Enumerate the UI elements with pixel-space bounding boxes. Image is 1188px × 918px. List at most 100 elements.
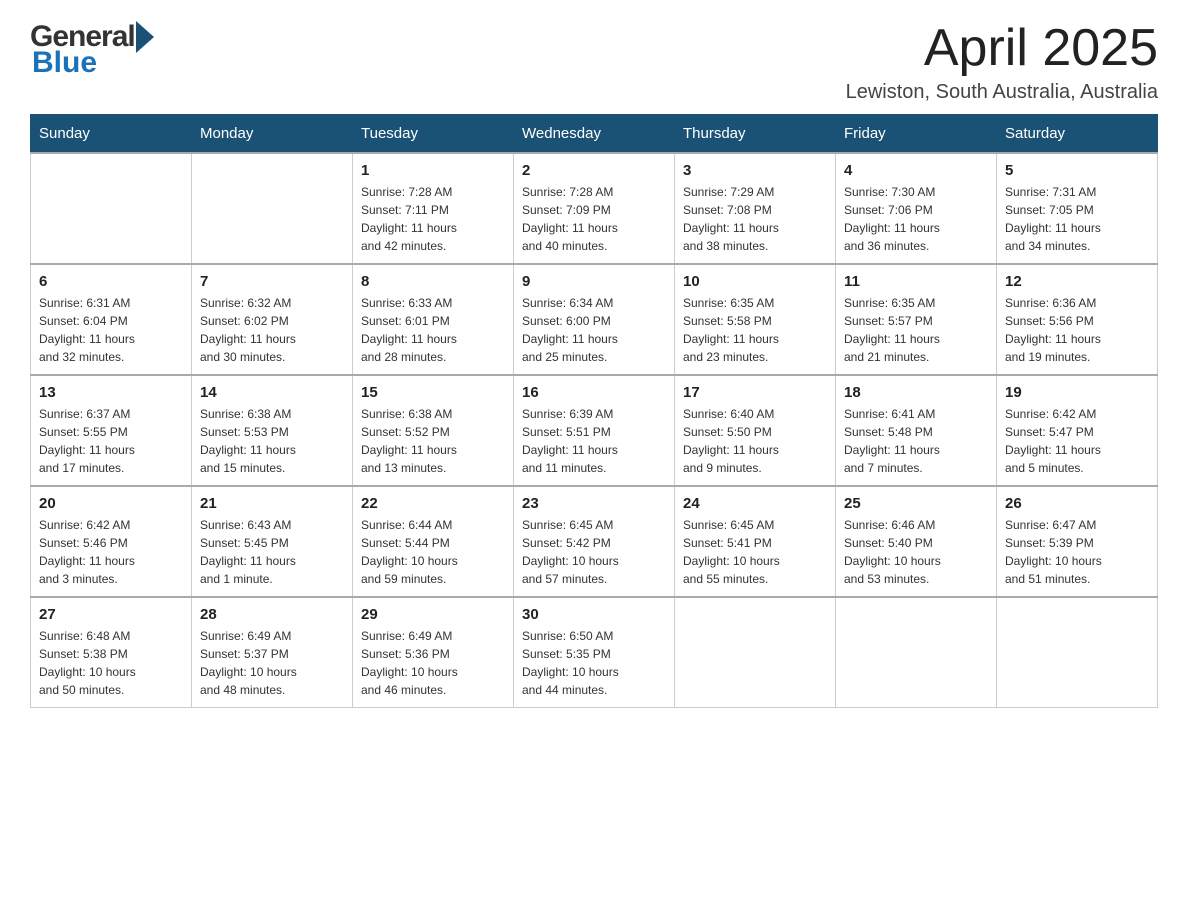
calendar-cell: 30 Sunrise: 6:50 AMSunset: 5:35 PMDayligh… — [514, 597, 675, 708]
calendar-cell: 7 Sunrise: 6:32 AMSunset: 6:02 PMDaylight… — [192, 264, 353, 375]
calendar-cell: 5Sunrise: 7:31 AMSunset: 7:05 PMDaylight… — [997, 153, 1158, 264]
day-info: Sunrise: 6:42 AMSunset: 5:46 PMDaylight:… — [39, 516, 183, 588]
day-info: Sunrise: 6:48 AMSunset: 5:38 PMDaylight:… — [39, 627, 183, 699]
calendar-table: Sunday Monday Tuesday Wednesday Thursday… — [30, 114, 1158, 708]
calendar-cell: 6 Sunrise: 6:31 AMSunset: 6:04 PMDaylight… — [31, 264, 192, 375]
month-title: April 2025 — [846, 20, 1158, 77]
calendar-cell: 2Sunrise: 7:28 AMSunset: 7:09 PMDaylight… — [514, 153, 675, 264]
day-info: Sunrise: 6:38 AMSunset: 5:53 PMDaylight:… — [200, 405, 344, 477]
calendar-cell: 8 Sunrise: 6:33 AMSunset: 6:01 PMDaylight… — [353, 264, 514, 375]
day-number: 7 — [200, 273, 344, 290]
calendar-cell: 9 Sunrise: 6:34 AMSunset: 6:00 PMDaylight… — [514, 264, 675, 375]
day-number: 20 — [39, 495, 183, 512]
calendar-cell: 26Sunrise: 6:47 AMSunset: 5:39 PMDayligh… — [997, 486, 1158, 597]
day-number: 5 — [1005, 162, 1149, 179]
calendar-cell: 17 Sunrise: 6:40 AMSunset: 5:50 PMDayligh… — [675, 375, 836, 486]
calendar-cell: 4 Sunrise: 7:30 AMSunset: 7:06 PMDaylight… — [836, 153, 997, 264]
day-number: 19 — [1005, 384, 1149, 401]
calendar-cell: 19 Sunrise: 6:42 AMSunset: 5:47 PMDayligh… — [997, 375, 1158, 486]
day-info: Sunrise: 6:41 AMSunset: 5:48 PMDaylight:… — [844, 405, 988, 477]
calendar-cell: 12Sunrise: 6:36 AMSunset: 5:56 PMDayligh… — [997, 264, 1158, 375]
day-info: Sunrise: 6:44 AMSunset: 5:44 PMDaylight:… — [361, 516, 505, 588]
day-info: Sunrise: 6:40 AMSunset: 5:50 PMDaylight:… — [683, 405, 827, 477]
day-number: 24 — [683, 495, 827, 512]
day-number: 6 — [39, 273, 183, 290]
day-info: Sunrise: 6:35 AMSunset: 5:57 PMDaylight:… — [844, 294, 988, 366]
calendar-cell: 24 Sunrise: 6:45 AMSunset: 5:41 PMDayligh… — [675, 486, 836, 597]
day-number: 13 — [39, 384, 183, 401]
col-wednesday: Wednesday — [514, 115, 675, 154]
col-tuesday: Tuesday — [353, 115, 514, 154]
day-number: 11 — [844, 273, 988, 290]
day-number: 21 — [200, 495, 344, 512]
day-number: 16 — [522, 384, 666, 401]
day-info: Sunrise: 7:28 AMSunset: 7:11 PMDaylight:… — [361, 183, 505, 255]
day-number: 8 — [361, 273, 505, 290]
day-info: Sunrise: 6:31 AMSunset: 6:04 PMDaylight:… — [39, 294, 183, 366]
day-number: 29 — [361, 606, 505, 623]
col-friday: Friday — [836, 115, 997, 154]
day-info: Sunrise: 6:45 AMSunset: 5:42 PMDaylight:… — [522, 516, 666, 588]
day-number: 22 — [361, 495, 505, 512]
day-info: Sunrise: 7:28 AMSunset: 7:09 PMDaylight:… — [522, 183, 666, 255]
week-row-3: 20 Sunrise: 6:42 AMSunset: 5:46 PMDayligh… — [31, 486, 1158, 597]
calendar-cell: 13 Sunrise: 6:37 AMSunset: 5:55 PMDayligh… — [31, 375, 192, 486]
calendar-cell: 25Sunrise: 6:46 AMSunset: 5:40 PMDayligh… — [836, 486, 997, 597]
calendar-cell: 18Sunrise: 6:41 AMSunset: 5:48 PMDayligh… — [836, 375, 997, 486]
day-number: 17 — [683, 384, 827, 401]
logo-blue-text: Blue — [30, 46, 154, 80]
day-number: 10 — [683, 273, 827, 290]
calendar-cell: 14 Sunrise: 6:38 AMSunset: 5:53 PMDayligh… — [192, 375, 353, 486]
calendar-cell: 21 Sunrise: 6:43 AMSunset: 5:45 PMDayligh… — [192, 486, 353, 597]
calendar-cell: 3Sunrise: 7:29 AMSunset: 7:08 PMDaylight… — [675, 153, 836, 264]
calendar-header-row: Sunday Monday Tuesday Wednesday Thursday… — [31, 115, 1158, 154]
day-info: Sunrise: 7:29 AMSunset: 7:08 PMDaylight:… — [683, 183, 827, 255]
logo: General Blue — [30, 20, 154, 80]
calendar-cell: 20 Sunrise: 6:42 AMSunset: 5:46 PMDayligh… — [31, 486, 192, 597]
calendar-cell: 22 Sunrise: 6:44 AMSunset: 5:44 PMDayligh… — [353, 486, 514, 597]
day-info: Sunrise: 6:49 AMSunset: 5:37 PMDaylight:… — [200, 627, 344, 699]
day-info: Sunrise: 6:47 AMSunset: 5:39 PMDaylight:… — [1005, 516, 1149, 588]
week-row-2: 13 Sunrise: 6:37 AMSunset: 5:55 PMDayligh… — [31, 375, 1158, 486]
day-info: Sunrise: 6:37 AMSunset: 5:55 PMDaylight:… — [39, 405, 183, 477]
page-header: General Blue April 2025 Lewiston, South … — [30, 20, 1158, 104]
calendar-cell: 1 Sunrise: 7:28 AMSunset: 7:11 PMDaylight… — [353, 153, 514, 264]
calendar-cell: 27 Sunrise: 6:48 AMSunset: 5:38 PMDayligh… — [31, 597, 192, 708]
day-info: Sunrise: 6:32 AMSunset: 6:02 PMDaylight:… — [200, 294, 344, 366]
day-info: Sunrise: 6:49 AMSunset: 5:36 PMDaylight:… — [361, 627, 505, 699]
day-info: Sunrise: 6:38 AMSunset: 5:52 PMDaylight:… — [361, 405, 505, 477]
day-number: 28 — [200, 606, 344, 623]
day-info: Sunrise: 7:30 AMSunset: 7:06 PMDaylight:… — [844, 183, 988, 255]
day-number: 1 — [361, 162, 505, 179]
day-info: Sunrise: 6:33 AMSunset: 6:01 PMDaylight:… — [361, 294, 505, 366]
calendar-cell: 11 Sunrise: 6:35 AMSunset: 5:57 PMDayligh… — [836, 264, 997, 375]
day-info: Sunrise: 6:50 AMSunset: 5:35 PMDaylight:… — [522, 627, 666, 699]
calendar-cell: 23 Sunrise: 6:45 AMSunset: 5:42 PMDayligh… — [514, 486, 675, 597]
calendar-cell — [675, 597, 836, 708]
day-number: 27 — [39, 606, 183, 623]
day-info: Sunrise: 6:42 AMSunset: 5:47 PMDaylight:… — [1005, 405, 1149, 477]
col-sunday: Sunday — [31, 115, 192, 154]
day-number: 9 — [522, 273, 666, 290]
day-number: 15 — [361, 384, 505, 401]
day-info: Sunrise: 6:45 AMSunset: 5:41 PMDaylight:… — [683, 516, 827, 588]
calendar-cell — [836, 597, 997, 708]
day-number: 14 — [200, 384, 344, 401]
title-section: April 2025 Lewiston, South Australia, Au… — [846, 20, 1158, 104]
week-row-4: 27 Sunrise: 6:48 AMSunset: 5:38 PMDayligh… — [31, 597, 1158, 708]
calendar-cell: 16Sunrise: 6:39 AMSunset: 5:51 PMDayligh… — [514, 375, 675, 486]
calendar-cell: 10 Sunrise: 6:35 AMSunset: 5:58 PMDayligh… — [675, 264, 836, 375]
day-info: Sunrise: 6:35 AMSunset: 5:58 PMDaylight:… — [683, 294, 827, 366]
col-monday: Monday — [192, 115, 353, 154]
day-number: 4 — [844, 162, 988, 179]
day-info: Sunrise: 6:34 AMSunset: 6:00 PMDaylight:… — [522, 294, 666, 366]
col-saturday: Saturday — [997, 115, 1158, 154]
week-row-0: 1 Sunrise: 7:28 AMSunset: 7:11 PMDaylight… — [31, 153, 1158, 264]
calendar-cell — [31, 153, 192, 264]
calendar-cell: 28 Sunrise: 6:49 AMSunset: 5:37 PMDayligh… — [192, 597, 353, 708]
day-info: Sunrise: 6:36 AMSunset: 5:56 PMDaylight:… — [1005, 294, 1149, 366]
calendar-cell — [192, 153, 353, 264]
day-number: 23 — [522, 495, 666, 512]
day-number: 30 — [522, 606, 666, 623]
day-info: Sunrise: 6:43 AMSunset: 5:45 PMDaylight:… — [200, 516, 344, 588]
